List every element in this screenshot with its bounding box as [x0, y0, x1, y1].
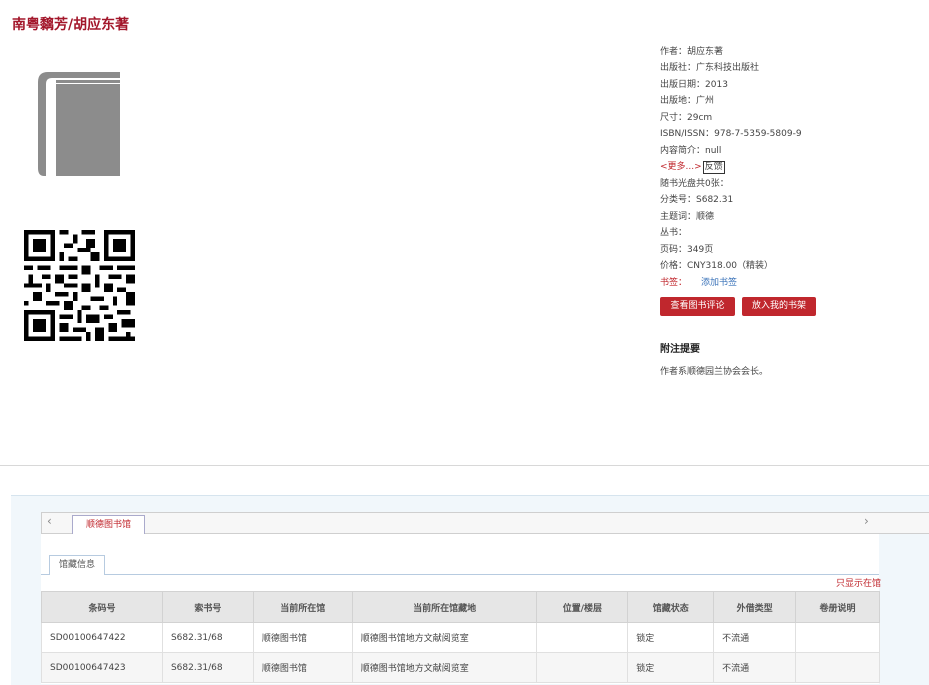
chevron-left-icon[interactable]: ‹ [47, 514, 52, 528]
col-status: 馆藏状态 [627, 591, 715, 623]
qr-code-icon [24, 230, 135, 341]
meta-isbn: ISBN/ISSN：978-7-5359-5809-9 [660, 128, 802, 140]
summary-label: 内容简介： [660, 146, 706, 156]
col-callno: 索书号 [161, 591, 254, 623]
class-value: S682.31 [696, 195, 734, 205]
pages-value: 349页 [687, 245, 714, 255]
book-icon [38, 72, 120, 176]
tab-holdings-info[interactable]: 馆藏信息 [49, 555, 105, 575]
table-row[interactable]: SD00100647423 S682.31/68 顺德图书馆 顺德图书馆地方文献… [41, 652, 880, 683]
meta-class: 分类号：S682.31 [660, 194, 733, 206]
meta-tags: 书签： 添加书签 [660, 277, 737, 289]
chevron-right-icon[interactable]: › [864, 514, 869, 528]
isbn-label: ISBN/ISSN： [660, 129, 715, 139]
cell-loan-type: 不流通 [713, 622, 797, 653]
subject-label: 主题词： [660, 212, 697, 222]
cell-volume [795, 622, 880, 653]
pages-label: 页码： [660, 245, 688, 255]
series-label: 丛书： [660, 228, 688, 238]
meta-series: 丛书： [660, 227, 687, 239]
meta-publisher: 出版社：广东科技出版社 [660, 62, 759, 74]
class-label: 分类号： [660, 195, 697, 205]
meta-disc: 随书光盘共0张： [660, 178, 729, 190]
size-value: 29cm [687, 113, 713, 123]
add-to-shelf-button[interactable]: 放入我的书架 [742, 297, 816, 316]
author-label: 作者： [660, 47, 688, 57]
cell-callno: S682.31/68 [161, 622, 254, 653]
meta-size: 尺寸：29cm [660, 112, 712, 124]
holdings-table: 条码号 索书号 当前所在馆 当前所在馆藏地 位置/楼层 馆藏状态 外借类型 卷册… [41, 591, 880, 683]
meta-pages: 页码：349页 [660, 244, 713, 256]
isbn-value: 978-7-5359-5809-9 [714, 129, 802, 139]
col-floor: 位置/楼层 [536, 591, 629, 623]
view-reviews-button[interactable]: 查看图书评论 [660, 297, 735, 316]
author-value: 胡应东著 [687, 47, 724, 57]
col-location: 当前所在馆藏地 [351, 591, 538, 623]
table-row[interactable]: SD00100647422 S682.31/68 顺德图书馆 顺德图书馆地方文献… [41, 622, 880, 653]
price-value: CNY318.00（精装） [687, 261, 774, 271]
cell-loan-type: 不流通 [713, 652, 797, 683]
place-label: 出版地： [660, 96, 697, 106]
cell-status: 锁定 [627, 652, 715, 683]
cell-barcode: SD00100647422 [41, 622, 163, 653]
place-value: 广州 [696, 96, 715, 106]
pubdate-label: 出版日期： [660, 80, 706, 90]
tab-library[interactable]: 顺德图书馆 [72, 515, 145, 534]
library-tab-bar [41, 512, 929, 534]
subtab-divider [41, 574, 879, 575]
col-loan-type: 外借类型 [713, 591, 797, 623]
cell-status: 锁定 [627, 622, 715, 653]
meta-subject: 主题词：顺德 [660, 211, 714, 223]
notes-title: 附注提要 [660, 344, 700, 355]
pubdate-value: 2013 [705, 80, 728, 90]
col-library: 当前所在馆 [252, 591, 353, 623]
size-label: 尺寸： [660, 113, 688, 123]
cell-floor [536, 622, 629, 653]
subject-value: 顺德 [696, 212, 715, 222]
meta-place: 出版地：广州 [660, 95, 714, 107]
only-show-available-link[interactable]: 只显示在馆 [836, 576, 881, 589]
summary-value: null [705, 146, 722, 156]
book-title: 南粤黐芳/胡应东著 [12, 17, 130, 33]
cell-location: 顺德图书馆地方文献阅览室 [351, 622, 538, 653]
feedback-button[interactable]: 反馈 [702, 161, 725, 174]
cell-barcode: SD00100647423 [41, 652, 163, 683]
publisher-value: 广东科技出版社 [696, 63, 760, 73]
meta-pubdate: 出版日期：2013 [660, 79, 728, 91]
price-label: 价格： [660, 261, 688, 271]
section-divider [0, 465, 929, 466]
more-link[interactable]: <更多...> [660, 162, 702, 172]
meta-price: 价格：CNY318.00（精装） [660, 260, 773, 272]
cell-library: 顺德图书馆 [252, 622, 353, 653]
disc-label: 随书光盘共0张： [660, 179, 729, 189]
cell-location: 顺德图书馆地方文献阅览室 [351, 652, 538, 683]
meta-more-row: <更多...> 反馈 [660, 161, 725, 174]
cell-floor [536, 652, 629, 683]
meta-author: 作者：胡应东著 [660, 46, 723, 58]
col-volume: 卷册说明 [795, 591, 880, 623]
add-tag-link[interactable]: 添加书签 [701, 278, 737, 288]
tags-label: 书签： [660, 278, 688, 288]
meta-summary: 内容简介：null [660, 145, 721, 157]
cell-library: 顺德图书馆 [252, 652, 353, 683]
notes-text: 作者系顺德园兰协会会长。 [660, 367, 769, 377]
table-header-row: 条码号 索书号 当前所在馆 当前所在馆藏地 位置/楼层 馆藏状态 外借类型 卷册… [41, 591, 880, 623]
cell-callno: S682.31/68 [161, 652, 254, 683]
col-barcode: 条码号 [41, 591, 163, 623]
publisher-label: 出版社： [660, 63, 697, 73]
cell-volume [795, 652, 880, 683]
